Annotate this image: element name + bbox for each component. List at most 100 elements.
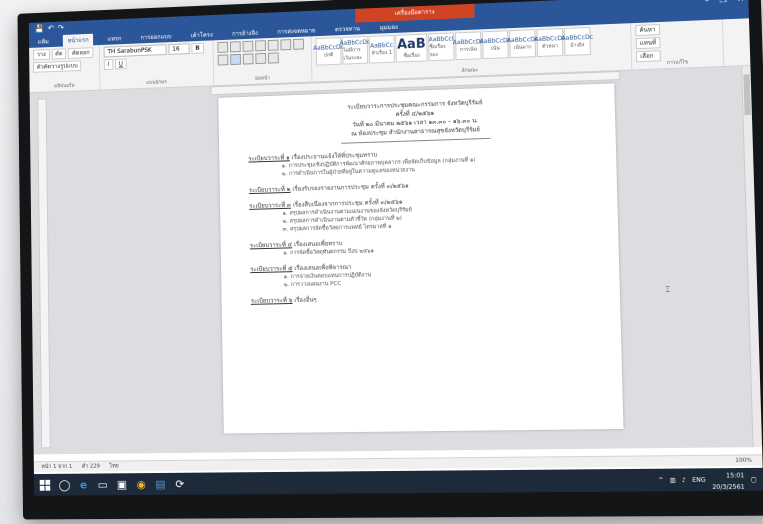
find-button[interactable]: ค้นหา xyxy=(635,24,661,37)
volume-icon[interactable]: ♪ xyxy=(682,476,686,483)
editing-group: ค้นหา แทนที่ เลือก การแก้ไข xyxy=(631,19,725,70)
system-tray: ^ ▥ ♪ ENG 15:01 20/3/2561 ▢ xyxy=(658,468,757,492)
word-app-icon[interactable]: ▤ xyxy=(151,473,171,495)
undo-icon[interactable]: ↶ xyxy=(48,22,54,36)
style-intense-emphasis[interactable]: AaBbCcDc เน้นมาก xyxy=(507,29,538,59)
style-subtle-emphasis[interactable]: AaBbCcDc การเน้น xyxy=(453,31,484,61)
cortana-icon[interactable]: ◯ xyxy=(55,474,74,496)
agenda-label: ระเบียบวาระที่ ๑ xyxy=(248,154,290,163)
tray-expand-icon[interactable]: ^ xyxy=(658,476,663,483)
header-separator xyxy=(341,137,491,144)
bold-button[interactable]: B xyxy=(191,42,204,54)
clipboard-group-label: คลิปบอร์ด xyxy=(54,82,75,90)
justify-icon[interactable] xyxy=(255,52,267,65)
bullets-icon[interactable] xyxy=(217,41,229,53)
word-count[interactable]: คำ 229 xyxy=(82,463,100,471)
style-subtitle[interactable]: AaBbCcI ชื่อเรื่องรอง xyxy=(428,32,455,62)
clipboard-group: วาง ตัด คัดลอก ตัวคัดวางรูปแบบ คลิปบอร์ด xyxy=(29,45,101,93)
numbering-icon[interactable] xyxy=(229,41,241,53)
monitor-screen: 💾 ↶ ↷ เครื่องมือตาราง – ❐ ✕ แฟ้ม หน้าแรก… xyxy=(28,0,763,496)
style-name: เน้นมาก xyxy=(513,43,532,51)
font-group: TH SarabunPSK 16 B I U แบบอักษร xyxy=(99,40,215,90)
paste-button[interactable]: วาง xyxy=(32,49,50,61)
notification-icon[interactable]: ▢ xyxy=(751,476,757,483)
replace-button[interactable]: แทนที่ xyxy=(635,37,661,50)
style-name: หัวเรื่อง 1 xyxy=(371,49,393,57)
restore-button[interactable]: ❐ xyxy=(719,0,727,7)
agenda-title: เรื่องเสนอเพื่อพิจารณา xyxy=(294,263,352,273)
style-name: การเน้น xyxy=(459,45,477,53)
style-preview: AaB xyxy=(396,36,426,53)
document-workspace: ระเบียบวาระการประชุมคณะกรรมการ จังหวัดบุ… xyxy=(29,66,763,455)
copy-button[interactable]: คัดลอก xyxy=(68,47,94,59)
increase-indent-icon[interactable] xyxy=(267,39,279,51)
agenda-item: ระเบียบวาระที่ ๒ เรื่องรับรองรายงานการปร… xyxy=(249,176,588,195)
tab-insert[interactable]: แทรก xyxy=(103,32,127,45)
vertical-scrollbar[interactable] xyxy=(741,66,763,448)
agenda-title: เรื่องเสนอเพื่อทราบ xyxy=(293,240,343,249)
mouse-cursor-icon: ⌶ xyxy=(665,284,671,295)
italic-button[interactable]: I xyxy=(103,59,114,71)
style-quote[interactable]: AaBbCcDc อ้างอิง xyxy=(561,26,593,56)
chrome-icon[interactable]: ◉ xyxy=(131,473,151,495)
page-count[interactable]: หน้า 1 จาก 1 xyxy=(41,463,72,471)
app-icon[interactable]: ⟳ xyxy=(170,473,190,495)
zoom-level[interactable]: 100% xyxy=(735,455,752,466)
font-size-select[interactable]: 16 xyxy=(168,43,190,55)
clock-time: 15:01 xyxy=(725,472,745,480)
agenda-title: เรื่องอื่นๆ xyxy=(294,296,317,304)
windows-logo-icon xyxy=(39,479,50,491)
style-strong[interactable]: AaBbCcDc ตัวหนา xyxy=(534,27,566,58)
start-button[interactable] xyxy=(34,474,55,496)
style-emphasis[interactable]: AaBbCcDc เน้น xyxy=(480,30,511,60)
multilevel-list-icon[interactable] xyxy=(242,40,254,52)
network-icon[interactable]: ▥ xyxy=(670,476,676,483)
line-spacing-icon[interactable] xyxy=(267,52,279,64)
agenda-label: ระเบียบวาระที่ ๒ xyxy=(248,185,291,195)
save-icon[interactable]: 💾 xyxy=(34,22,44,36)
store-icon[interactable]: ▣ xyxy=(112,473,132,495)
style-name: เน้น xyxy=(491,45,500,52)
quick-access-toolbar: 💾 ↶ ↷ xyxy=(34,21,64,36)
align-right-icon[interactable] xyxy=(242,53,254,65)
agenda-item: ระเบียบวาระที่ ๖ เรื่องอื่นๆ xyxy=(251,290,591,306)
vertical-ruler[interactable] xyxy=(37,98,51,449)
minimize-button[interactable]: – xyxy=(705,0,710,8)
style-name: ตัวหนา xyxy=(542,42,558,50)
file-explorer-icon[interactable]: ▭ xyxy=(93,473,112,495)
redo-icon[interactable]: ↷ xyxy=(58,21,64,35)
clock-date: 20/3/2561 xyxy=(712,483,745,492)
align-center-icon[interactable] xyxy=(230,53,241,66)
tab-file[interactable]: แฟ้ม xyxy=(33,35,54,47)
align-left-icon[interactable] xyxy=(217,54,229,66)
decrease-indent-icon[interactable] xyxy=(255,40,266,52)
style-name: ไม่มีการเว้นระยะ xyxy=(343,46,363,62)
document-page[interactable]: ระเบียบวาระการประชุมคณะกรรมการ จังหวัดบุ… xyxy=(218,83,624,434)
agenda-title: เรื่องรับรองรายงานการประชุม ครั้งที่ ๓/๒… xyxy=(292,182,409,193)
underline-button[interactable]: U xyxy=(114,58,127,70)
input-language[interactable]: ENG xyxy=(692,476,706,483)
scrollbar-thumb[interactable] xyxy=(743,74,751,116)
sort-icon[interactable] xyxy=(280,39,292,51)
edge-icon[interactable]: e xyxy=(74,474,93,496)
agenda-label: ระเบียบวาระที่ ๔ xyxy=(249,241,293,250)
style-title[interactable]: AaB ชื่อเรื่อง xyxy=(395,33,428,63)
cut-button[interactable]: ตัด xyxy=(51,48,67,60)
style-name: อ้างอิง xyxy=(570,41,585,49)
style-heading1[interactable]: AaBbCc หัวเรื่อง 1 xyxy=(368,34,395,64)
font-name-select[interactable]: TH SarabunPSK xyxy=(103,44,167,58)
style-normal[interactable]: AaBbCcDc ปกติ xyxy=(313,37,344,66)
format-painter-button[interactable]: ตัวคัดวางรูปแบบ xyxy=(33,60,82,73)
document-body: ระเบียบวาระการประชุมคณะกรรมการ จังหวัดบุ… xyxy=(248,94,592,305)
language-indicator[interactable]: ไทย xyxy=(109,462,119,470)
style-name: ชื่อเรื่อง xyxy=(403,52,420,59)
agenda-label: ระเบียบวาระที่ ๓ xyxy=(249,201,292,210)
agenda-label: ระเบียบวาระที่ ๖ xyxy=(250,297,293,305)
monitor-bezel: 💾 ↶ ↷ เครื่องมือตาราง – ❐ ✕ แฟ้ม หน้าแรก… xyxy=(17,0,763,520)
close-button[interactable]: ✕ xyxy=(737,0,744,7)
taskbar-clock[interactable]: 15:01 20/3/2561 xyxy=(712,468,745,491)
style-no-spacing[interactable]: AaBbCcDc ไม่มีการเว้นระยะ xyxy=(340,35,370,65)
windows-taskbar: ◯ e ▭ ▣ ◉ ▤ ⟳ ^ ▥ ♪ ENG 15:01 20/3/2561 … xyxy=(33,467,763,496)
show-marks-icon[interactable] xyxy=(293,38,304,50)
paragraph-group: ย่อหน้า xyxy=(213,36,313,86)
